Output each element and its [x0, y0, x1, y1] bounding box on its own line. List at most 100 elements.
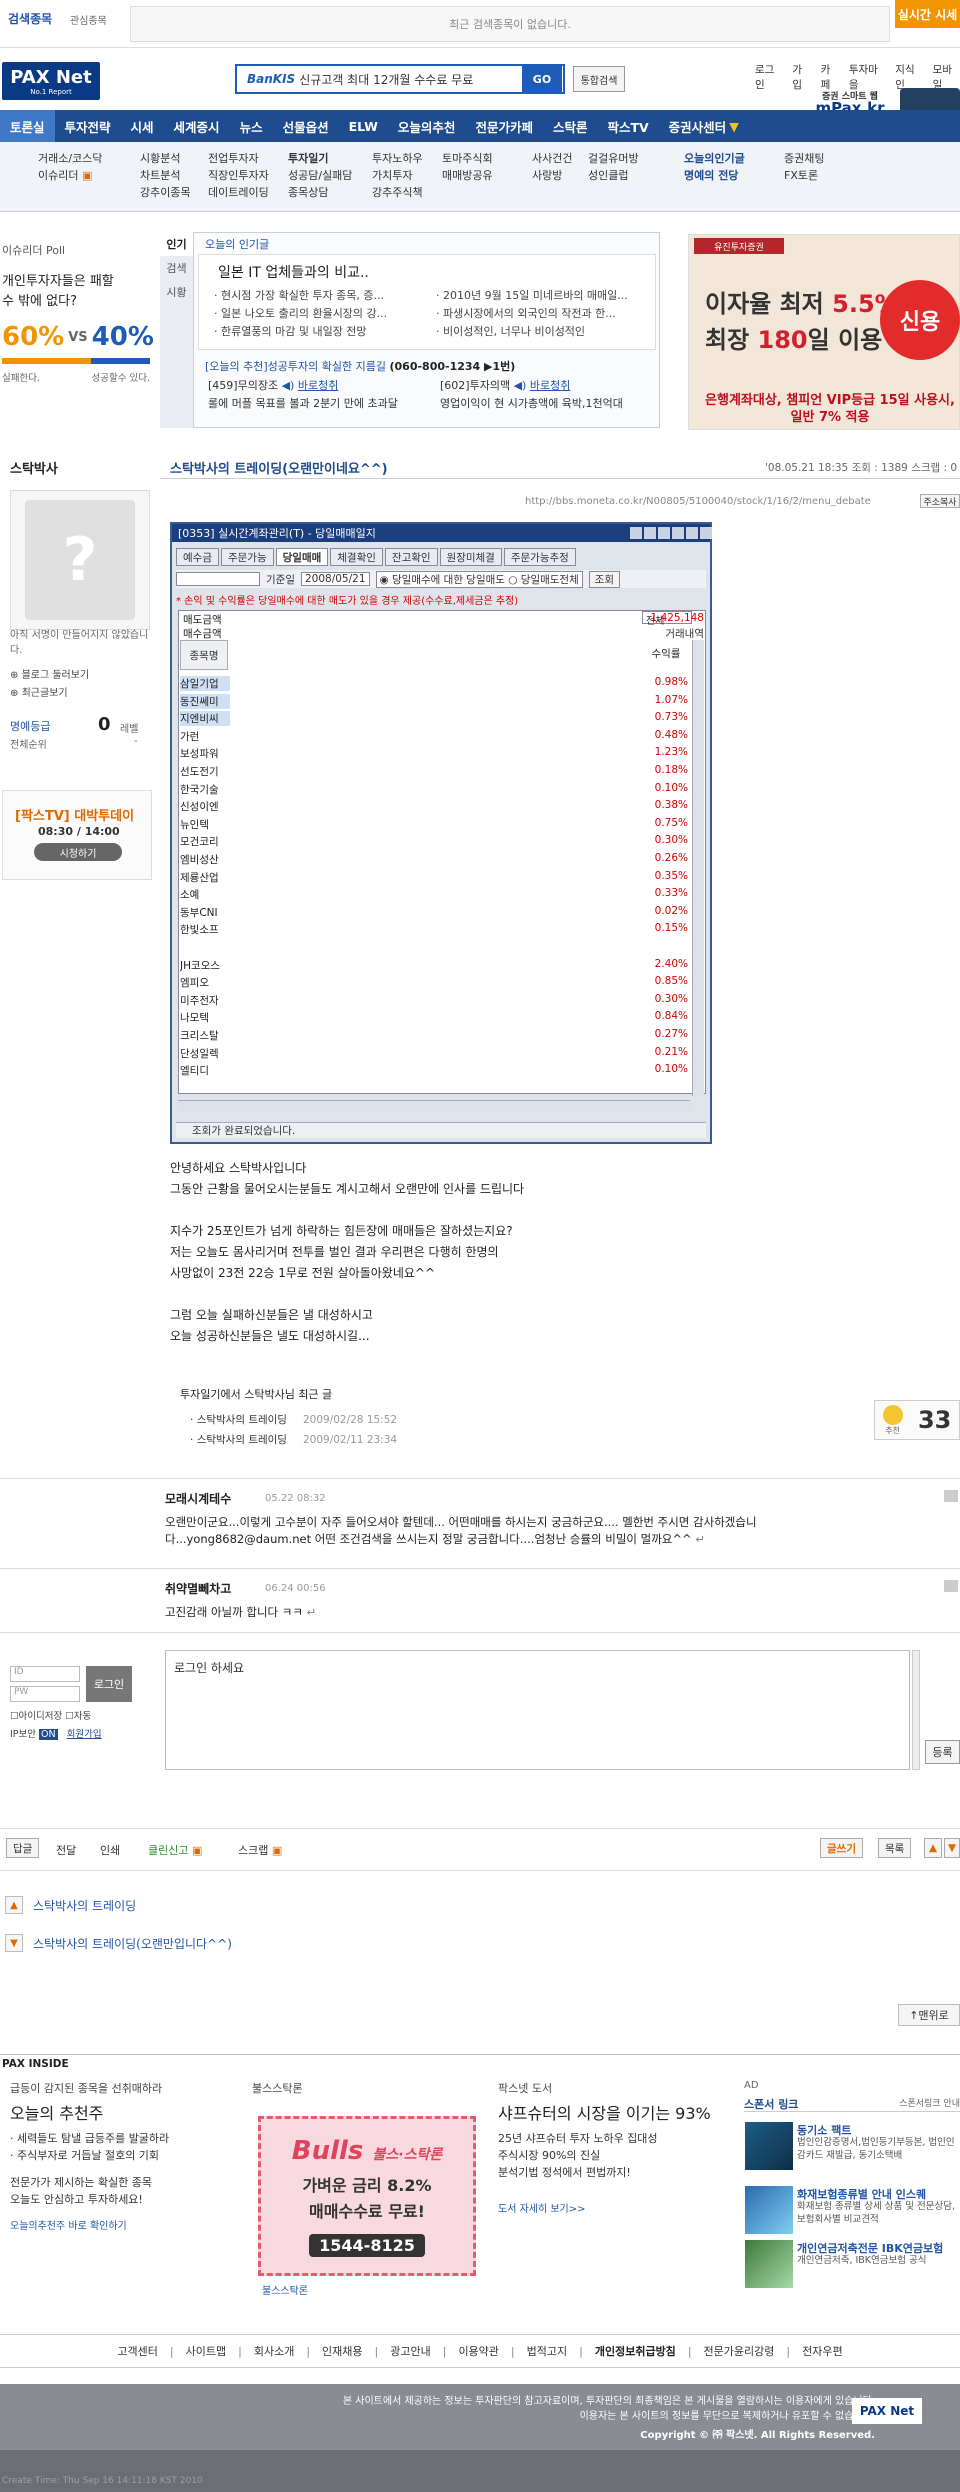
- total-search-button[interactable]: 통합검색: [573, 66, 625, 92]
- nav-item-quotes[interactable]: 시세: [121, 110, 164, 142]
- comment-author[interactable]: 취약멸뻬차고: [165, 1580, 231, 1597]
- recommend-line[interactable]: [오늘의 추천]성공투자의 확실한 지름길 (060-800-1234 ▶1번): [205, 358, 515, 374]
- footer-link[interactable]: 광고안내: [390, 2343, 430, 2359]
- recent-post-link[interactable]: · 스탁박사의 트레이딩 2009/02/28 15:52: [190, 1412, 397, 1427]
- subnav-link[interactable]: 사사건건: [532, 150, 572, 167]
- recent-post-link[interactable]: · 스탁박사의 트레이딩 2009/02/11 23:34: [190, 1432, 397, 1447]
- login-id-input[interactable]: ID: [10, 1666, 80, 1682]
- util-cafe-link[interactable]: 카페: [821, 62, 839, 92]
- auto-login-checkbox[interactable]: ☐자동: [65, 1711, 91, 1722]
- popular-item[interactable]: · 일본 나오토 출리의 환율시장의 강...: [214, 305, 387, 321]
- print-link[interactable]: 인쇄: [100, 1842, 120, 1858]
- nav-item-expert-cafe[interactable]: 전문가카페: [465, 110, 543, 142]
- poll-title[interactable]: 이슈리더 Poll: [2, 242, 65, 258]
- recommend-item-2[interactable]: [602]투자의맥 ◀) 바로청취: [440, 377, 570, 393]
- login-pw-input[interactable]: PW: [10, 1686, 80, 1702]
- paxnet-logo[interactable]: PAX Net No.1 Report: [2, 62, 100, 100]
- sponsor-item[interactable]: 개인연금저축전문 IBK연금보험 개인연금저축, IBK연금보험 공식: [745, 2240, 960, 2296]
- subnav-link[interactable]: 명예의 전당: [684, 167, 745, 184]
- nav-item-elw[interactable]: ELW: [339, 110, 388, 142]
- blog-link[interactable]: ⊕ 블로그 둘러보기: [10, 666, 89, 681]
- nav-item-broker-center[interactable]: 증권사센터 ▼: [659, 110, 749, 142]
- subnav-link[interactable]: 투자노하우: [372, 150, 423, 167]
- footer-link[interactable]: 법적고지: [527, 2343, 567, 2359]
- subnav-link[interactable]: 차트분석: [140, 167, 191, 184]
- comment-author[interactable]: 모래시계테수: [165, 1490, 231, 1507]
- search-history-tab[interactable]: 검색종목: [8, 10, 52, 27]
- popular-top-title[interactable]: 일본 IT 업체들과의 비교..: [218, 262, 369, 282]
- next-post-link[interactable]: ▼ 스탁박사의 트레이딩(오랜만입니다^^): [5, 1934, 232, 1952]
- subnav-link[interactable]: 이슈리더 ▣: [38, 167, 102, 184]
- nav-item-futures[interactable]: 선물옵션: [273, 110, 339, 142]
- subnav-link[interactable]: 강추주식책: [372, 184, 423, 201]
- subnav-link[interactable]: 사랑방: [532, 167, 572, 184]
- util-join-link[interactable]: 가입: [792, 62, 810, 92]
- subnav-link[interactable]: 종목상담: [288, 184, 352, 201]
- subnav-link[interactable]: 직장인투자자: [208, 167, 269, 184]
- nav-item-stockloan[interactable]: 스탁론: [543, 110, 598, 142]
- subnav-link[interactable]: 강추이종목: [140, 184, 191, 201]
- recent-posts-link[interactable]: ⊕ 최근글보기: [10, 684, 68, 699]
- subnav-link[interactable]: 전업투자자: [208, 150, 269, 167]
- write-button[interactable]: 글쓰기: [820, 1838, 863, 1858]
- ip-security[interactable]: IP보안 ON 회원가입: [10, 1726, 102, 1740]
- tab-popular[interactable]: 인기: [160, 232, 193, 256]
- prev-post-link[interactable]: ▲ 스탁박사의 트레이딩: [5, 1896, 136, 1914]
- comment-scrollbar[interactable]: [912, 1650, 920, 1770]
- tab-search[interactable]: 검색: [160, 256, 193, 280]
- footer-link[interactable]: 이용약관: [458, 2343, 498, 2359]
- comment-options-icon[interactable]: [944, 1490, 958, 1502]
- subnav-link[interactable]: 토마주식회: [442, 150, 493, 167]
- reply-button[interactable]: 답글: [6, 1838, 40, 1858]
- login-button[interactable]: 로그인: [86, 1666, 132, 1702]
- poll-question[interactable]: 개인투자자들은 패할 수 밖에 없다?: [2, 272, 114, 312]
- tab-market[interactable]: 시황: [160, 280, 193, 304]
- subnav-link[interactable]: 매매방공유: [442, 167, 493, 184]
- comment-submit-button[interactable]: 등록: [925, 1740, 960, 1764]
- footer-link[interactable]: 인재채용: [322, 2343, 362, 2359]
- subnav-link[interactable]: 오늘의인기글: [684, 150, 745, 167]
- nav-item-paxtv[interactable]: 팍스TV: [597, 110, 658, 142]
- author-name[interactable]: 스탁박사: [10, 458, 58, 477]
- sponsor-item[interactable]: 동기소 팩트 법인인감증명서,법인등기부등본, 법인인감카드 재발급, 동기소택배: [745, 2122, 960, 2178]
- util-login-link[interactable]: 로그인: [755, 62, 782, 92]
- copy-url-button[interactable]: 주소복사: [920, 494, 960, 508]
- save-id-checkbox[interactable]: ☐아이디저장: [10, 1711, 62, 1722]
- footer-link[interactable]: 전자우편: [802, 2343, 842, 2359]
- sponsor-item[interactable]: 화재보험종류별 안내 인스퀘 화재보험 종류별 상세 상품 및 전문상담, 보험회…: [745, 2186, 960, 2242]
- subnav-link[interactable]: 시황분석: [140, 150, 191, 167]
- bulls-link[interactable]: 불스스탁론: [262, 2282, 308, 2297]
- realtime-quote-button[interactable]: 실시간 시세: [895, 0, 960, 28]
- bankis-banner[interactable]: BanKIS 신규고객 최대 12개월 수수료 무료: [235, 64, 565, 94]
- nav-item-news[interactable]: 뉴스: [230, 110, 273, 142]
- interest-stocks-tab[interactable]: 관심종목: [70, 12, 107, 27]
- arrow-down-icon[interactable]: ▼: [944, 1838, 960, 1858]
- join-link[interactable]: 회원가입: [67, 1729, 102, 1740]
- arrow-up-icon[interactable]: ▲: [924, 1838, 942, 1858]
- banner-go-button[interactable]: GO: [522, 66, 562, 92]
- subnav-link[interactable]: 데이트레이딩: [208, 184, 269, 201]
- popular-item[interactable]: · 2010년 9월 15일 미네르바의 매매일...: [436, 287, 628, 303]
- paxtv-watch-button[interactable]: 시청하기: [34, 843, 122, 861]
- footer-link[interactable]: 사이트맵: [186, 2343, 226, 2359]
- popular-item[interactable]: · 비이성적인, 너무나 비이성적인: [436, 323, 585, 339]
- subnav-link[interactable]: 성공담/실패담: [288, 167, 352, 184]
- footer-link[interactable]: 회사소개: [254, 2343, 294, 2359]
- comment-options-icon[interactable]: [944, 1580, 958, 1592]
- bulls-stockloan-ad[interactable]: Bulls 불스·스탁론 가벼운 금리 8.2% 매매수수료 무료! 1544-…: [258, 2116, 476, 2276]
- popular-item[interactable]: · 현시점 가장 확실한 투자 종목, 증...: [214, 287, 384, 303]
- list-button[interactable]: 목록: [878, 1838, 912, 1858]
- nav-item-world[interactable]: 세계증시: [164, 110, 230, 142]
- popular-item[interactable]: · 파생시장에서의 외국인의 작전과 한...: [436, 305, 616, 321]
- footer-link[interactable]: 고객센터: [117, 2343, 157, 2359]
- forward-link[interactable]: 전달: [56, 1842, 76, 1858]
- recommend-button[interactable]: 추천 33: [874, 1400, 960, 1440]
- subnav-link[interactable]: 가치투자: [372, 167, 423, 184]
- comment-textarea[interactable]: 로그인 하세요: [165, 1650, 910, 1770]
- subnav-link[interactable]: FX토론: [784, 167, 824, 184]
- paxtv-title[interactable]: [팍스TV] 대박투데이: [15, 805, 134, 824]
- nav-item-recommend[interactable]: 오늘의추천: [388, 110, 466, 142]
- footer-link[interactable]: 전문가윤리강령: [704, 2343, 775, 2359]
- nav-item-strategy[interactable]: 투자전략: [55, 110, 121, 142]
- recommend-item-1[interactable]: [459]무의장조 ◀) 바로청취: [208, 377, 338, 393]
